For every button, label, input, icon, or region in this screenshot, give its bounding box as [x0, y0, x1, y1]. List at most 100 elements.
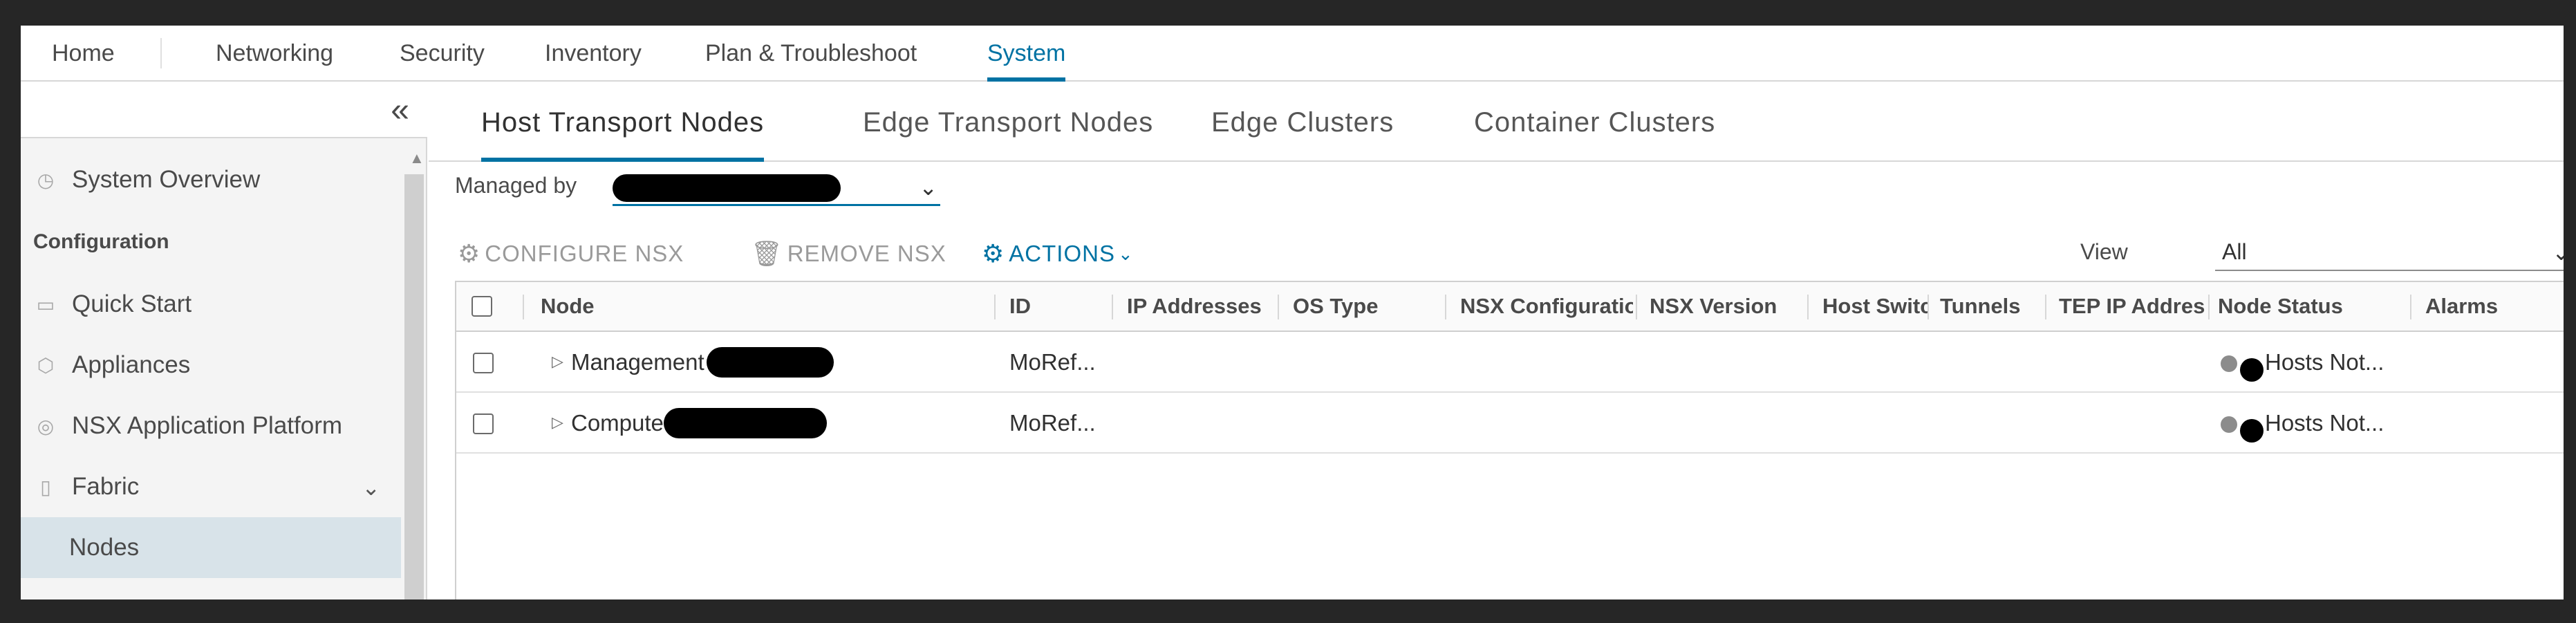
chevron-down-icon: ⌄ — [2552, 240, 2564, 265]
circle-target-icon: ◎ — [37, 415, 55, 437]
column-header-host-switches[interactable]: Host Switc — [1822, 282, 1928, 331]
node-status[interactable]: Hosts Not... — [2265, 393, 2384, 454]
nav-home[interactable]: Home — [52, 26, 115, 82]
column-header-node[interactable]: Node — [541, 282, 928, 331]
top-nav: Home Networking Security Inventory Plan … — [21, 26, 2564, 82]
sidebar-item-label: Quick Start — [72, 290, 192, 317]
collapse-sidebar-icon[interactable]: « — [391, 91, 409, 129]
sidebar-item-label: System Overview — [72, 166, 261, 193]
column-header-os-type[interactable]: OS Type — [1293, 282, 1445, 331]
nav-security[interactable]: Security — [400, 26, 485, 82]
status-unknown-icon — [2221, 416, 2237, 433]
redacted-node-suffix — [707, 347, 834, 378]
gear-icon: ⚙ — [982, 239, 1005, 268]
column-divider — [994, 295, 996, 319]
nav-networking[interactable]: Networking — [216, 26, 333, 82]
table-row[interactable]: ▷ Management MoRef... Hosts Not... — [456, 332, 2564, 393]
sidebar-item-label: Nodes — [69, 534, 140, 561]
status-redacted-icon — [2240, 358, 2264, 382]
node-id: MoRef... — [1009, 410, 1096, 436]
column-divider — [1445, 295, 1446, 319]
laptop-icon: ▭ — [36, 293, 55, 315]
column-header-tep-ip-addresses[interactable]: TEP IP Addres — [2059, 282, 2208, 331]
row-checkbox[interactable] — [473, 353, 494, 373]
sidebar-item-label: NSX Application Platform — [72, 412, 343, 439]
column-divider — [2410, 295, 2411, 319]
view-select-value: All — [2222, 239, 2247, 264]
configure-nsx-button[interactable]: ⚙ CONFIGURE NSX — [458, 236, 684, 271]
view-label: View — [2080, 239, 2128, 264]
expand-row-icon[interactable]: ▷ — [552, 353, 563, 371]
node-name[interactable]: Compute — [571, 393, 664, 454]
nav-plan-troubleshoot[interactable]: Plan & Troubleshoot — [705, 26, 917, 82]
app-window: Home Networking Security Inventory Plan … — [21, 26, 2564, 599]
actions-button[interactable]: ⚙ ACTIONS ⌄ — [982, 236, 1134, 271]
column-divider — [1807, 295, 1809, 319]
status-redacted-icon — [2240, 419, 2264, 443]
configure-nsx-label: CONFIGURE NSX — [485, 241, 684, 266]
chevron-down-icon[interactable]: ⌄ — [362, 474, 380, 501]
column-header-node-status[interactable]: Node Status — [2218, 282, 2398, 331]
node-status[interactable]: Hosts Not... — [2265, 332, 2384, 393]
column-divider — [1112, 295, 1113, 319]
column-divider — [523, 295, 524, 319]
tab-container-clusters[interactable]: Container Clusters — [1474, 83, 1715, 162]
remove-nsx-button[interactable]: 🗑 REMOVE NSX — [751, 236, 946, 271]
subtab-bar: Host Transport Nodes Edge Transport Node… — [429, 83, 2564, 162]
column-divider — [2208, 295, 2210, 319]
sidebar-scrollbar[interactable] — [404, 174, 424, 599]
table-row[interactable]: ▷ Compute MoRef... Hosts Not... — [456, 393, 2564, 454]
sidebar-item-label: Appliances — [72, 351, 191, 378]
gauge-icon: ◷ — [37, 169, 55, 191]
chevron-down-icon: ⌄ — [1117, 243, 1134, 264]
tab-edge-transport-nodes[interactable]: Edge Transport Nodes — [863, 83, 1153, 162]
nav-divider — [160, 38, 162, 68]
remove-nsx-label: REMOVE NSX — [787, 241, 946, 266]
node-id: MoRef... — [1009, 349, 1096, 375]
chevron-down-icon: ⌄ — [919, 175, 937, 200]
column-header-nsx-configuration[interactable]: NSX Configuratio — [1460, 282, 1633, 331]
nav-inventory[interactable]: Inventory — [545, 26, 642, 82]
select-all-checkbox[interactable] — [472, 296, 492, 317]
status-unknown-icon — [2221, 355, 2237, 372]
column-divider — [1928, 295, 1929, 319]
gear-icon: ⚙ — [458, 239, 481, 268]
sidebar-heading-configuration: Configuration — [21, 212, 401, 272]
scroll-up-arrow-icon[interactable]: ▲ — [409, 149, 424, 167]
grid-header: Node ID IP Addresses OS Type NSX Configu… — [456, 282, 2564, 332]
trash-icon: 🗑 — [751, 239, 783, 268]
phone-icon: ▯ — [40, 476, 51, 498]
managed-by-select[interactable]: ⌄ — [613, 166, 940, 206]
column-header-ip-addresses[interactable]: IP Addresses — [1127, 282, 1279, 331]
host-transport-nodes-grid: Node ID IP Addresses OS Type NSX Configu… — [455, 281, 2564, 599]
column-header-tunnels[interactable]: Tunnels — [1940, 282, 2044, 331]
view-select[interactable]: All ⌄ — [2215, 232, 2564, 271]
tab-host-transport-nodes[interactable]: Host Transport Nodes — [481, 83, 765, 162]
row-checkbox[interactable] — [473, 413, 494, 434]
node-name[interactable]: Management — [571, 332, 704, 393]
sidebar-item-nsx-application-platform[interactable]: ◎ NSX Application Platform — [21, 396, 401, 456]
column-header-alarms[interactable]: Alarms — [2425, 282, 2564, 331]
column-header-id[interactable]: ID — [1009, 282, 1106, 331]
sidebar-item-nodes[interactable]: Nodes — [21, 517, 401, 578]
main-content: Host Transport Nodes Edge Transport Node… — [429, 83, 2564, 599]
cube-icon: ⬡ — [37, 354, 55, 376]
tab-edge-clusters[interactable]: Edge Clusters — [1211, 83, 1394, 162]
expand-row-icon[interactable]: ▷ — [552, 413, 563, 431]
sidebar-heading-label: Configuration — [33, 230, 169, 253]
sidebar: « ▲ ◷ System Overview Configuration ▭ Qu… — [21, 83, 427, 599]
nav-system[interactable]: System — [987, 26, 1066, 82]
sidebar-item-fabric[interactable]: ▯ Fabric ⌄ — [21, 456, 401, 517]
redacted-value — [613, 174, 841, 202]
sidebar-item-quick-start[interactable]: ▭ Quick Start — [21, 274, 401, 335]
actions-label: ACTIONS — [1009, 241, 1115, 266]
sidebar-header: « — [21, 83, 427, 138]
sidebar-item-appliances[interactable]: ⬡ Appliances — [21, 335, 401, 396]
managed-by-label: Managed by — [455, 173, 577, 198]
column-divider — [1636, 295, 1637, 319]
column-header-nsx-version[interactable]: NSX Version — [1650, 282, 1816, 331]
column-divider — [1278, 295, 1279, 319]
redacted-node-suffix — [664, 408, 827, 438]
sidebar-item-system-overview[interactable]: ◷ System Overview — [21, 149, 401, 210]
sidebar-item-label: Fabric — [72, 473, 140, 500]
